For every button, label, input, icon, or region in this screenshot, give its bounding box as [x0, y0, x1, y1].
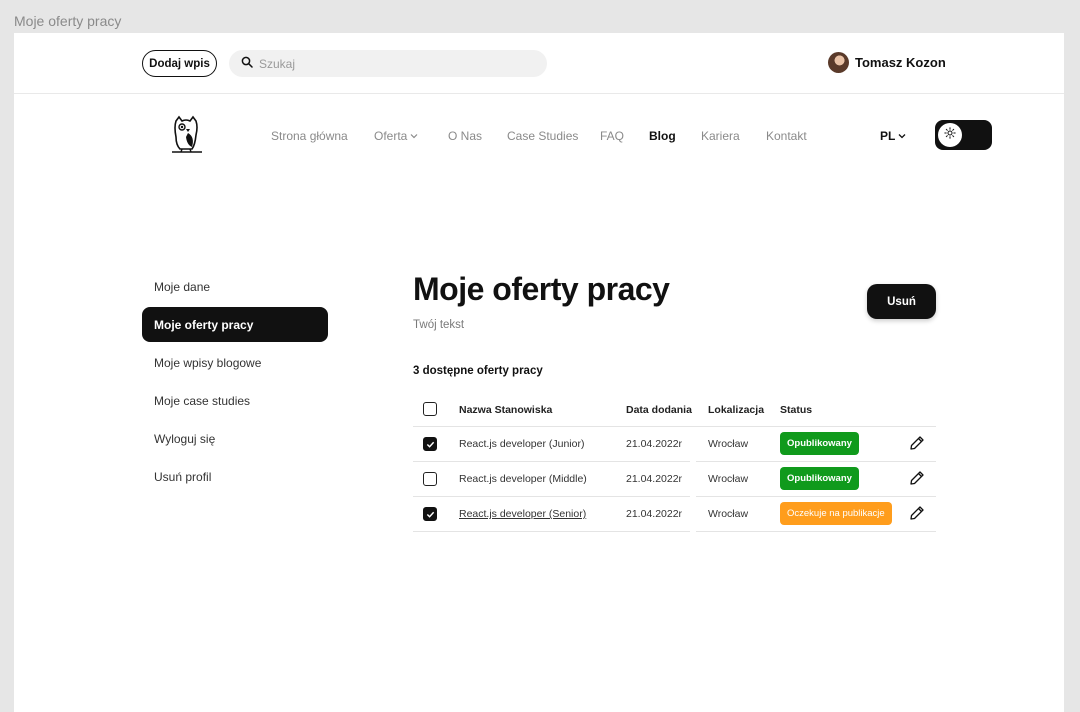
row-divider: [413, 496, 690, 497]
window-title: Moje oferty pracy: [14, 13, 122, 29]
row-divider: [413, 461, 690, 462]
row-divider: [413, 531, 690, 532]
offers-count: 3 dostępne oferty pracy: [413, 365, 543, 377]
pencil-icon[interactable]: [909, 435, 925, 451]
pencil-icon[interactable]: [909, 505, 925, 521]
column-header-name: Nazwa Stanowiska: [459, 404, 553, 416]
delete-button[interactable]: Usuń: [867, 284, 936, 319]
job-title[interactable]: React.js developer (Senior): [459, 508, 586, 520]
sidebar-item-delete-profile[interactable]: Usuń profil: [142, 459, 328, 494]
language-select[interactable]: PL: [880, 129, 906, 143]
location: Wrocław: [708, 438, 749, 450]
row-checkbox[interactable]: [423, 437, 437, 451]
nav-item-career[interactable]: Kariera: [701, 129, 740, 143]
sidebar-item-my-case-studies[interactable]: Moje case studies: [142, 383, 328, 418]
nav-item-contact[interactable]: Kontakt: [766, 129, 807, 143]
date-added: 21.04.2022r: [626, 438, 683, 450]
nav-item-offer[interactable]: Oferta: [374, 129, 418, 143]
search-box[interactable]: [229, 50, 547, 77]
row-divider: [413, 426, 936, 427]
page-title: Moje oferty pracy: [413, 271, 670, 307]
sidebar-item-my-job-offers[interactable]: Moje oferty pracy: [142, 307, 328, 342]
user-menu[interactable]: Tomasz Kozon: [828, 52, 946, 73]
page-subtitle: Twój tekst: [413, 319, 465, 331]
location: Wrocław: [708, 473, 749, 485]
column-header-status: Status: [780, 404, 813, 416]
sun-icon: [944, 126, 956, 144]
main-nav: Strona główna Oferta O Nas Case Studies …: [14, 129, 1064, 149]
sidebar-item-my-data[interactable]: Moje dane: [142, 269, 328, 304]
job-title[interactable]: React.js developer (Junior): [459, 438, 584, 450]
row-divider: [696, 531, 936, 532]
row-checkbox[interactable]: [423, 507, 437, 521]
row-divider: [696, 496, 936, 497]
location: Wrocław: [708, 508, 749, 520]
sidebar-item-logout[interactable]: Wyloguj się: [142, 421, 328, 456]
job-title[interactable]: React.js developer (Middle): [459, 473, 587, 485]
nav-item-case-studies[interactable]: Case Studies: [507, 129, 578, 143]
pencil-icon[interactable]: [909, 470, 925, 486]
add-entry-button[interactable]: Dodaj wpis: [142, 50, 217, 77]
sidebar-item-my-blog-posts[interactable]: Moje wpisy blogowe: [142, 345, 328, 380]
page: Dodaj wpis Tomasz Kozon Strona główna Of…: [14, 33, 1064, 712]
search-input[interactable]: [259, 56, 519, 71]
chevron-down-icon: [407, 129, 418, 143]
status-badge: Opublikowany: [780, 432, 859, 455]
search-icon: [241, 55, 253, 73]
date-added: 21.04.2022r: [626, 473, 683, 485]
status-badge: Oczekuje na publikacje: [780, 502, 892, 525]
nav-item-home[interactable]: Strona główna: [271, 129, 348, 143]
status-badge: Opublikowany: [780, 467, 859, 490]
column-header-date: Data dodania: [626, 404, 692, 416]
nav-item-blog[interactable]: Blog: [649, 129, 676, 143]
column-header-location: Lokalizacja: [708, 404, 765, 416]
toggle-knob: [938, 123, 962, 147]
theme-toggle[interactable]: [935, 120, 992, 150]
nav-item-about[interactable]: O Nas: [448, 129, 482, 143]
avatar: [828, 52, 849, 73]
top-bar: Dodaj wpis Tomasz Kozon: [14, 33, 1064, 94]
row-divider: [696, 461, 936, 462]
nav-item-faq[interactable]: FAQ: [600, 129, 624, 143]
row-checkbox[interactable]: [423, 472, 437, 486]
user-name: Tomasz Kozon: [855, 55, 946, 70]
chevron-down-icon: [895, 129, 906, 143]
date-added: 21.04.2022r: [626, 508, 683, 520]
select-all-checkbox[interactable]: [423, 402, 437, 416]
